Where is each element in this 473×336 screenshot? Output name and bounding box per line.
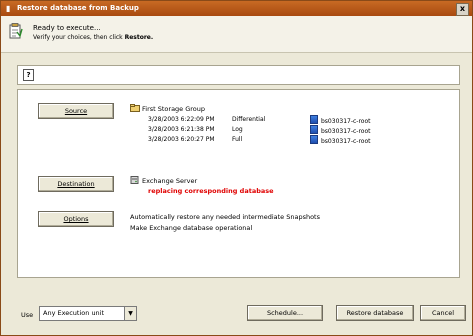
backup-target-3: bs030317-c-root xyxy=(310,135,371,146)
help-icon[interactable]: ? xyxy=(23,69,34,81)
title-bar: ▮ Restore database from Backup x xyxy=(1,1,472,16)
summary-panel: Source First Storage Group 3/28/2003 6:2… xyxy=(17,89,460,278)
close-button[interactable]: x xyxy=(456,3,469,16)
storage-group-label: First Storage Group xyxy=(142,105,206,113)
disk-icon xyxy=(310,135,318,144)
storage-group-node: First Storage Group xyxy=(130,104,205,114)
restore-dialog: ▮ Restore database from Backup x Ready t… xyxy=(0,0,473,336)
exchange-server-node: Exchange Server xyxy=(130,176,197,186)
chevron-down-icon[interactable]: ▼ xyxy=(124,307,136,320)
execution-unit-value: Any Execution unit xyxy=(43,309,105,317)
wizard-header: Ready to execute... Verify your choices,… xyxy=(1,16,472,53)
server-icon xyxy=(130,176,139,184)
backup-time-2: 3/28/2003 6:21:38 PM xyxy=(148,126,215,133)
disk-icon xyxy=(310,125,318,134)
header-subtitle: Verify your choices, then click Restore. xyxy=(33,34,154,41)
disk-icon xyxy=(310,115,318,124)
app-icon: ▮ xyxy=(6,4,11,13)
storage-group-icon xyxy=(130,104,140,112)
destination-button[interactable]: Destination xyxy=(38,176,114,192)
option-line-1: Automatically restore any needed interme… xyxy=(130,213,320,221)
options-button[interactable]: Options xyxy=(38,211,114,227)
use-label: Use xyxy=(21,311,34,319)
replace-warning: replacing corresponding database xyxy=(148,187,274,195)
help-panel: ? xyxy=(17,65,460,85)
backup-time-1: 3/28/2003 6:22:09 PM xyxy=(148,116,215,123)
exchange-server-label: Exchange Server xyxy=(142,177,198,185)
cancel-button[interactable]: Cancel xyxy=(420,305,466,321)
backup-type-3: Full xyxy=(232,136,243,143)
window-title: Restore database from Backup xyxy=(17,4,139,12)
checklist-icon xyxy=(9,23,23,39)
header-title: Ready to execute... xyxy=(33,24,101,32)
backup-type-2: Log xyxy=(232,126,243,133)
option-line-2: Make Exchange database operational xyxy=(130,224,253,232)
source-button[interactable]: Source xyxy=(38,103,114,119)
restore-database-button[interactable]: Restore database xyxy=(336,305,414,321)
backup-time-3: 3/28/2003 6:20:27 PM xyxy=(148,136,215,143)
schedule-button[interactable]: Schedule... xyxy=(247,305,323,321)
execution-unit-select[interactable]: Any Execution unit ▼ xyxy=(39,306,137,321)
backup-type-1: Differential xyxy=(232,116,266,123)
